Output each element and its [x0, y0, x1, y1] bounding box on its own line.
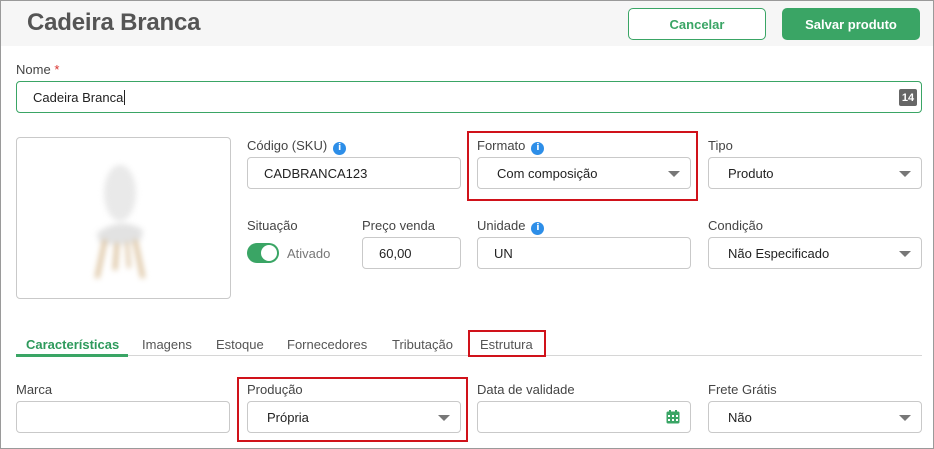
status-toggle-label: Ativado: [287, 246, 331, 261]
situacao-label: Situação: [247, 218, 298, 233]
unidade-label-text: Unidade: [477, 218, 526, 233]
tab-tributacao[interactable]: Tributação: [392, 337, 453, 352]
marca-label: Marca: [16, 382, 53, 397]
validade-input[interactable]: [477, 401, 691, 433]
caret-down-icon: [899, 251, 911, 257]
page-title: Cadeira Branca: [27, 9, 201, 36]
page-header: Cadeira Branca Cancelar Salvar produto: [1, 1, 933, 46]
active-tab-indicator: [16, 354, 128, 357]
text-cursor: [124, 89, 126, 105]
condicao-select[interactable]: Não Especificado: [708, 237, 922, 269]
info-circle-icon[interactable]: i: [333, 142, 347, 155]
frete-label: Frete Grátis: [708, 382, 777, 397]
name-input[interactable]: Cadeira Branca 14: [16, 81, 922, 113]
name-label-text: Nome: [16, 62, 51, 77]
preco-input[interactable]: 60,00: [362, 237, 461, 269]
sku-label-text: Código (SKU): [247, 138, 328, 153]
save-product-button[interactable]: Salvar produto: [782, 8, 920, 40]
sku-input[interactable]: CADBRANCA123: [247, 157, 461, 189]
caret-down-icon: [899, 171, 911, 177]
tab-imagens[interactable]: Imagens: [142, 337, 192, 352]
tab-caracteristicas[interactable]: Características: [26, 337, 119, 352]
condicao-label: Condição: [708, 218, 763, 233]
sku-input-value: CADBRANCA123: [264, 165, 368, 181]
cancel-button[interactable]: Cancelar: [628, 8, 766, 40]
tipo-select[interactable]: Produto: [708, 157, 922, 189]
marca-input[interactable]: [16, 401, 230, 433]
tab-fornecedores[interactable]: Fornecedores: [287, 337, 367, 352]
estrutura-highlight-box: [468, 330, 546, 357]
caret-down-icon: [899, 415, 911, 421]
sku-label: Código (SKU) i: [247, 138, 347, 155]
char-counter-badge: 14: [899, 89, 917, 106]
name-input-value: Cadeira Branca: [33, 89, 124, 105]
frete-select-value: Não: [728, 409, 752, 425]
preco-label: Preço venda: [362, 218, 435, 233]
unidade-label: Unidade i: [477, 218, 545, 235]
toggle-knob: [261, 245, 277, 261]
condicao-select-value: Não Especificado: [728, 245, 830, 261]
name-label: Nome *: [16, 62, 59, 77]
preco-input-value: 60,00: [379, 245, 412, 261]
calendar-icon[interactable]: [666, 410, 680, 424]
info-circle-icon[interactable]: i: [531, 222, 545, 235]
required-mark: *: [54, 62, 60, 77]
tab-estoque[interactable]: Estoque: [216, 337, 264, 352]
tipo-select-value: Produto: [728, 165, 774, 181]
product-image[interactable]: [16, 137, 231, 299]
validade-label: Data de validade: [477, 382, 575, 397]
producao-highlight-box: [237, 377, 468, 442]
tipo-label: Tipo: [708, 138, 733, 153]
status-toggle[interactable]: [247, 243, 279, 263]
formato-highlight-box: [467, 131, 698, 201]
chair-image: [95, 165, 145, 279]
unidade-input[interactable]: UN: [477, 237, 691, 269]
frete-select[interactable]: Não: [708, 401, 922, 433]
unidade-input-value: UN: [494, 245, 513, 261]
